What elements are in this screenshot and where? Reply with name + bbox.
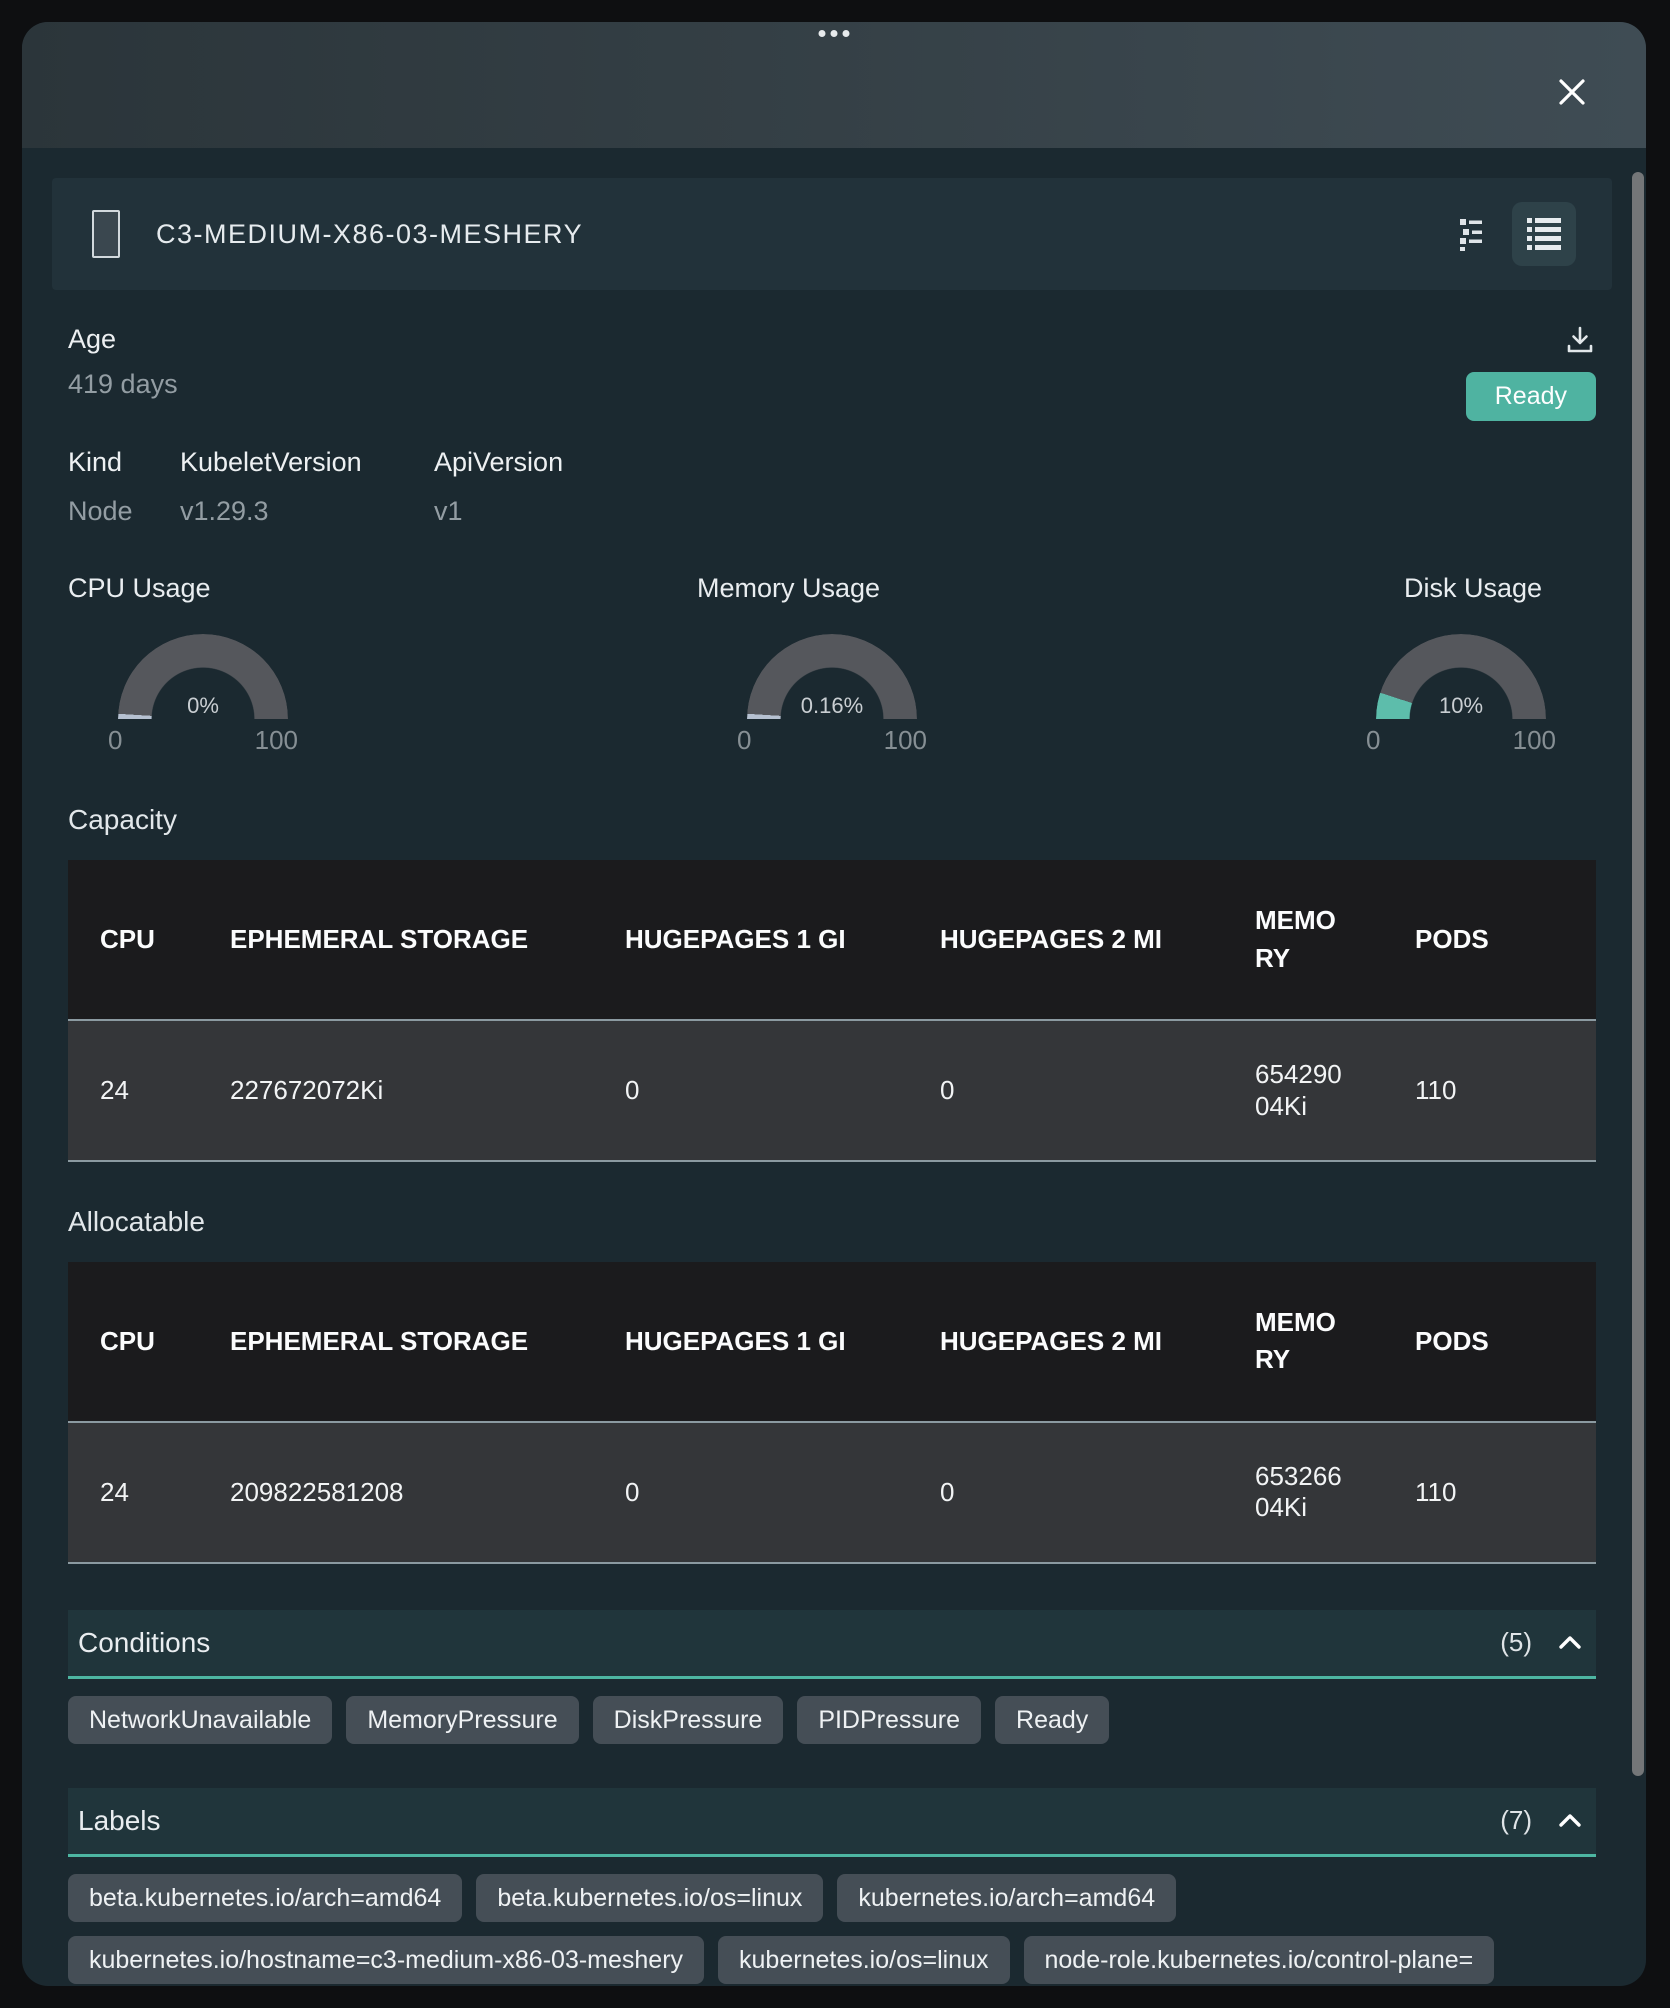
cpu-usage-title: CPU Usage (68, 573, 338, 604)
allocatable-resource-table: CPUEPHEMERAL STORAGEHUGEPAGES 1 GIHUGEPA… (68, 1262, 1596, 1564)
memory-gauge-min: 0 (737, 725, 751, 756)
label-chip[interactable]: kubernetes.io/os=linux (718, 1936, 1009, 1984)
label-chip[interactable]: node-role.kubernetes.io/control-plane= (1024, 1936, 1495, 1984)
table-row: 242098225812080065326604Ki110 (68, 1422, 1596, 1562)
close-icon (1554, 74, 1590, 110)
column-header: HUGEPAGES 2 MI (908, 860, 1223, 1020)
apiversion-label: ApiVersion (434, 447, 563, 478)
close-button[interactable] (1552, 72, 1592, 112)
table-cell: 110 (1383, 1422, 1596, 1562)
modal-body: C3-MEDIUM-X86-03-MESHERY (22, 178, 1646, 1986)
labels-count: (7) (1500, 1805, 1532, 1836)
labels-section-header[interactable]: Labels (7) (68, 1788, 1596, 1857)
compact-list-icon (1456, 217, 1486, 251)
disk-gauge-min: 0 (1366, 725, 1380, 756)
memory-usage-gauge: Memory Usage 0.16% 0 100 (697, 573, 967, 756)
column-header: EPHEMERAL STORAGE (198, 1262, 593, 1422)
cpu-gauge-min: 0 (108, 725, 122, 756)
usage-gauges: CPU Usage 0% 0 100 Memory Usage (68, 573, 1596, 756)
memory-gauge-max: 100 (884, 725, 927, 756)
condition-chip[interactable]: Ready (995, 1696, 1109, 1744)
drag-handle-icon[interactable] (819, 30, 850, 37)
table-cell: 24 (68, 1422, 198, 1562)
age-value: 419 days (68, 369, 178, 400)
memory-usage-title: Memory Usage (697, 573, 880, 604)
disk-usage-title: Disk Usage (1404, 573, 1596, 604)
node-title: C3-MEDIUM-X86-03-MESHERY (156, 219, 1456, 250)
kind-label: Kind (68, 447, 180, 478)
table-cell: 65326604Ki (1223, 1422, 1383, 1562)
labels-chips: beta.kubernetes.io/arch=amd64 beta.kubern… (68, 1874, 1596, 1987)
kubeletversion-label: KubeletVersion (180, 447, 434, 478)
column-header: PODS (1383, 1262, 1596, 1422)
column-header: EPHEMERAL STORAGE (198, 860, 593, 1020)
table-row: 24227672072Ki0065429004Ki110 (68, 1020, 1596, 1160)
label-chip[interactable]: kubernetes.io/hostname=c3-medium-x86-03-… (68, 1936, 704, 1984)
table-cell: 65429004Ki (1223, 1020, 1383, 1160)
table-cell: 227672072Ki (198, 1020, 593, 1160)
disk-gauge-max: 100 (1513, 725, 1556, 756)
table-cell: 0 (908, 1020, 1223, 1160)
download-icon (1564, 324, 1596, 356)
conditions-section-header[interactable]: Conditions (5) (68, 1610, 1596, 1679)
column-header: PODS (1383, 860, 1596, 1020)
capacity-section-label: Capacity (68, 804, 1596, 836)
table-cell: 209822581208 (198, 1422, 593, 1562)
status-badge[interactable]: Ready (1466, 372, 1596, 421)
table-cell: 0 (908, 1422, 1223, 1562)
kind-value: Node (68, 496, 180, 527)
conditions-chips: NetworkUnavailable MemoryPressure DiskPres… (68, 1696, 1596, 1744)
meta-fields: Kind Node KubeletVersion v1.29.3 ApiVers… (68, 447, 1596, 527)
cpu-gauge-max: 100 (255, 725, 298, 756)
column-header: HUGEPAGES 2 MI (908, 1262, 1223, 1422)
node-title-card: C3-MEDIUM-X86-03-MESHERY (52, 178, 1612, 290)
column-header: MEMORY (1223, 1262, 1383, 1422)
memory-usage-value: 0.16% (747, 693, 917, 719)
compact-view-button[interactable] (1456, 217, 1486, 251)
table-cell: 0 (593, 1422, 908, 1562)
column-header: MEMORY (1223, 860, 1383, 1020)
cpu-usage-value: 0% (118, 693, 288, 719)
label-chip[interactable]: kubernetes.io/arch=amd64 (837, 1874, 1176, 1922)
column-header: CPU (68, 860, 198, 1020)
label-chip[interactable]: beta.kubernetes.io/arch=amd64 (68, 1874, 462, 1922)
apiversion-value: v1 (434, 496, 563, 527)
condition-chip[interactable]: PIDPressure (797, 1696, 981, 1744)
column-header: HUGEPAGES 1 GI (593, 860, 908, 1020)
disk-usage-gauge: Disk Usage 10% 0 100 (1326, 573, 1596, 756)
chevron-up-icon[interactable] (1558, 1635, 1582, 1650)
age-field: Age 419 days (68, 324, 178, 421)
allocatable-table: CPUEPHEMERAL STORAGEHUGEPAGES 1 GIHUGEPA… (68, 1262, 1596, 1564)
column-header: HUGEPAGES 1 GI (593, 1262, 908, 1422)
detail-view-button[interactable] (1512, 202, 1576, 266)
capacity-table: CPUEPHEMERAL STORAGEHUGEPAGES 1 GIHUGEPA… (68, 860, 1596, 1162)
modal-header (22, 22, 1646, 148)
conditions-count: (5) (1500, 1627, 1532, 1658)
labels-section-label: Labels (78, 1805, 1500, 1837)
node-details-modal: C3-MEDIUM-X86-03-MESHERY (22, 22, 1646, 1986)
condition-chip[interactable]: DiskPressure (593, 1696, 784, 1744)
node-shape-icon[interactable] (92, 210, 120, 258)
download-button[interactable] (1564, 324, 1596, 356)
disk-usage-value: 10% (1376, 693, 1546, 719)
label-chip[interactable]: beta.kubernetes.io/os=linux (476, 1874, 823, 1922)
age-label: Age (68, 324, 178, 355)
allocatable-section-label: Allocatable (68, 1206, 1596, 1238)
column-header: CPU (68, 1262, 198, 1422)
chevron-up-icon[interactable] (1558, 1813, 1582, 1828)
condition-chip[interactable]: MemoryPressure (346, 1696, 578, 1744)
table-cell: 110 (1383, 1020, 1596, 1160)
cpu-usage-gauge: CPU Usage 0% 0 100 (68, 573, 338, 756)
capacity-resource-table: CPUEPHEMERAL STORAGEHUGEPAGES 1 GIHUGEPA… (68, 860, 1596, 1162)
scrollbar-thumb[interactable] (1632, 172, 1644, 1776)
condition-chip[interactable]: NetworkUnavailable (68, 1696, 332, 1744)
conditions-section-label: Conditions (78, 1627, 1500, 1659)
table-cell: 0 (593, 1020, 908, 1160)
table-cell: 24 (68, 1020, 198, 1160)
detail-list-icon (1525, 217, 1563, 251)
kubeletversion-value: v1.29.3 (180, 496, 434, 527)
